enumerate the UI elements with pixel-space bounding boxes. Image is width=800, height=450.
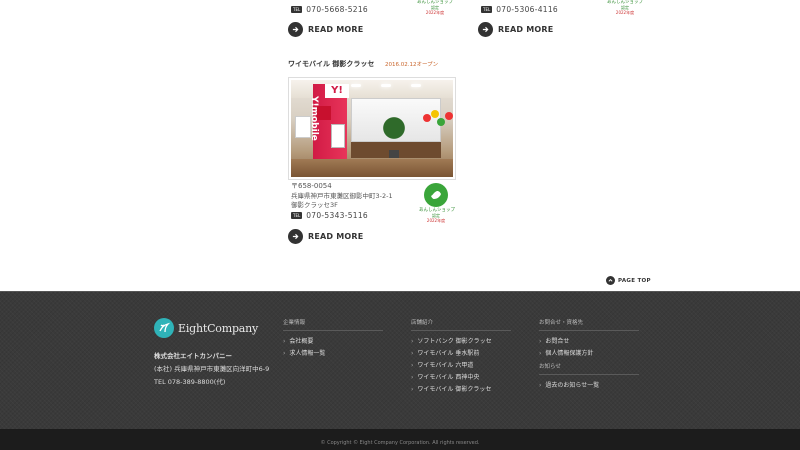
store-tel: TEL 070-5306-4116 — [481, 5, 558, 14]
logo-text: EightCompany — [178, 321, 259, 335]
tel-badge: TEL — [291, 211, 303, 219]
address-line-2: 御影クラッセ3F — [291, 201, 338, 209]
company-name: 株式会社エイトカンパニー — [154, 352, 232, 360]
store-photo[interactable]: Y!mobile Y! — [288, 77, 456, 180]
footer-col-head: 店舗紹介 — [411, 318, 511, 331]
company-address: (本社) 兵庫県神戸市東灘区向洋町中6-9 — [154, 365, 270, 373]
store-tel: TEL 070-5668-5216 — [291, 5, 368, 14]
footer-link-label: 会社概要 — [289, 338, 314, 345]
chevron-right-icon: › — [411, 350, 414, 357]
chevron-right-icon: › — [411, 386, 414, 393]
store-title[interactable]: ワイモバイル 御影クラッセ — [288, 59, 374, 69]
footer-link[interactable]: › ワイモバイル 御影クラッセ — [411, 384, 511, 396]
footer-col-company: 企業情報 › 会社概要 › 求人情報一覧 — [283, 318, 383, 360]
safe-shop-badge: あんしんショップ 認定 2022年度 — [417, 0, 453, 15]
safe-year: 2022年度 — [615, 10, 635, 15]
company-info: 株式会社エイトカンパニー (本社) 兵庫県神戸市東灘区向洋町中6-9 TEL 0… — [154, 350, 269, 389]
footer-link-label: ソフトバンク 御影クラッセ — [417, 338, 492, 345]
footer-col-contact: お問合せ・資格先 › お問合せ › 個人情報保護方針 — [539, 318, 639, 360]
chevron-right-icon: › — [539, 382, 542, 389]
tel-number: 070-5343-5116 — [306, 210, 369, 220]
chevron-right-icon: › — [283, 338, 286, 345]
footer-link-label: 個人情報保護方針 — [545, 350, 594, 357]
tel-badge: TEL — [481, 6, 493, 13]
footer-link-label: ワイモバイル 垂水駅前 — [417, 350, 480, 357]
read-more-label: READ MORE — [308, 25, 364, 34]
footer-link[interactable]: › ワイモバイル 垂水駅前 — [411, 348, 511, 360]
tel-number: 070-5668-5216 — [306, 5, 369, 14]
footer-col-head: お問合せ・資格先 — [539, 318, 639, 331]
read-more-label: READ MORE — [498, 25, 554, 34]
footer-link[interactable]: › 会社概要 — [283, 336, 383, 348]
footer-link[interactable]: › ワイモバイル 六甲道 — [411, 360, 511, 372]
safe-year: 2022年度 — [426, 218, 446, 223]
arrow-right-icon — [478, 22, 493, 37]
footer-link[interactable]: › 求人情報一覧 — [283, 348, 383, 360]
copyright-bar: © Copyright © Eight Company Corporation.… — [0, 429, 800, 450]
chevron-right-icon: › — [411, 362, 414, 369]
safe-shop-badge: あんしんショップ 認定 2022年度 — [607, 0, 643, 15]
address-line-1: 兵庫県神戸市東灘区御影中町3-2-1 — [291, 191, 393, 200]
footer-link[interactable]: › ソフトバンク 御影クラッセ — [411, 336, 511, 348]
safe-shop-icon — [424, 183, 448, 207]
store-tel: TEL 070-5343-5116 — [291, 211, 393, 221]
chevron-right-icon: › — [411, 338, 414, 345]
footer-col-head: お知らせ — [539, 362, 639, 375]
postal-code: 〒658-0054 — [291, 182, 332, 190]
footer-link-label: 過去のお知らせ一覧 — [545, 382, 600, 389]
footer-col-head: 企業情報 — [283, 318, 383, 331]
chevron-up-icon — [606, 276, 615, 285]
arrow-right-icon — [288, 229, 303, 244]
footer-link-label: お問合せ — [545, 338, 570, 345]
footer-link[interactable]: › お問合せ — [539, 336, 639, 348]
footer-link-label: ワイモバイル 六甲道 — [417, 362, 474, 369]
chevron-right-icon: › — [539, 350, 542, 357]
read-more-button[interactable]: READ MORE — [478, 22, 553, 37]
page-top-link[interactable]: PAGE TOP — [606, 276, 651, 285]
store-photo-image: Y!mobile Y! — [291, 80, 453, 177]
read-more-button[interactable]: READ MORE — [288, 22, 363, 37]
chevron-right-icon: › — [539, 338, 542, 345]
photo-sign-text: Y! — [325, 84, 349, 98]
footer-link-label: ワイモバイル 西神中央 — [417, 374, 480, 381]
tel-badge: TEL — [291, 6, 303, 13]
footer-link-label: ワイモバイル 御影クラッセ — [417, 386, 492, 393]
safe-shop-badge: あんしんショップ 認定 2022年度 — [419, 183, 455, 223]
read-more-button[interactable]: READ MORE — [288, 229, 363, 244]
store-open-date: 2016.02.12オープン — [385, 62, 439, 68]
footer-col-stores: 店舗紹介 › ソフトバンク 御影クラッセ › ワイモバイル 垂水駅前 › ワイモバイル… — [411, 318, 511, 396]
footer-link[interactable]: › 個人情報保護方針 — [539, 348, 639, 360]
tel-number: 070-5306-4116 — [496, 5, 559, 14]
read-more-label: READ MORE — [308, 232, 364, 241]
store-address: 〒658-0054 兵庫県神戸市東灘区御影中町3-2-1 御影クラッセ3F TE… — [291, 182, 393, 220]
site-footer: EightCompany 株式会社エイトカンパニー (本社) 兵庫県神戸市東灘区… — [0, 291, 800, 429]
copyright-text: © Copyright © Eight Company Corporation.… — [320, 440, 480, 446]
chevron-right-icon: › — [411, 374, 414, 381]
arrow-right-icon — [288, 22, 303, 37]
footer-link[interactable]: › ワイモバイル 西神中央 — [411, 372, 511, 384]
company-logo-icon — [154, 318, 174, 338]
page-top-label: PAGE TOP — [618, 277, 651, 284]
footer-col-news: お知らせ › 過去のお知らせ一覧 — [539, 362, 639, 392]
footer-link[interactable]: › 過去のお知らせ一覧 — [539, 380, 639, 392]
footer-logo[interactable]: EightCompany — [154, 318, 258, 338]
company-tel: TEL 078-389-8800(代) — [154, 378, 226, 386]
safe-year: 2022年度 — [425, 10, 445, 15]
footer-link-label: 求人情報一覧 — [289, 350, 326, 357]
chevron-right-icon: › — [283, 350, 286, 357]
